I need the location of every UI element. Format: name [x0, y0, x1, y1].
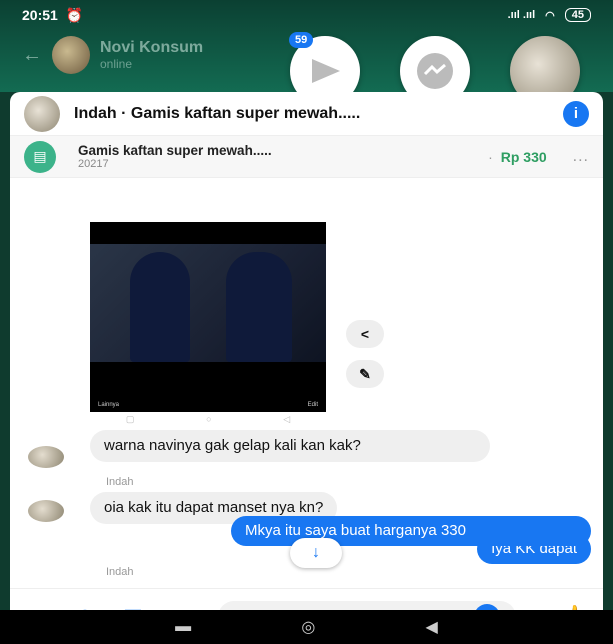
notification-badge: 59: [289, 32, 314, 48]
product-id: 20217: [78, 158, 109, 170]
back-icon[interactable]: ◀: [426, 617, 438, 637]
alarm-icon: ⏰: [65, 6, 84, 23]
battery-icon: 45: [564, 8, 591, 22]
sender-avatar: [28, 446, 64, 468]
messenger-panel: Indah · Gamis kaftan super mewah..... i …: [10, 92, 603, 644]
avatar: [24, 95, 60, 132]
sender-name: Indah: [106, 566, 134, 578]
product-banner[interactable]: ▤ Gamis kaftan super mewah..... 20217 · R…: [10, 136, 603, 178]
signal-icon: .ııl .ııl: [507, 9, 536, 21]
sender-avatar: [28, 500, 64, 522]
time: 20:51: [22, 7, 58, 23]
conversation-header: Indah · Gamis kaftan super mewah..... i: [10, 92, 603, 136]
product-name: Gamis kaftan super mewah.....: [78, 143, 272, 158]
play-icon: [312, 59, 340, 83]
image-nav-bar: ▢ ○ ◁: [90, 414, 326, 425]
sender-name: Indah: [106, 476, 134, 488]
conversation-title: Indah · Gamis kaftan super mewah.....: [74, 104, 361, 122]
circle-icon: ○: [206, 414, 212, 424]
share-button[interactable]: <: [346, 320, 384, 348]
edit-button[interactable]: ✎: [346, 360, 384, 388]
square-icon: ▢: [125, 414, 135, 424]
price-separator: ·: [488, 148, 493, 165]
messenger-icon: [417, 53, 453, 89]
wifi-icon: ◠: [545, 9, 555, 22]
contact-status: online: [100, 57, 133, 71]
contact-name: Novi Konsum: [100, 39, 204, 56]
store-icon: ▤: [24, 140, 56, 173]
chat-area: Lainnya Edit ▢ ○ ◁ < ✎ warna navinya gak…: [10, 178, 603, 568]
recents-icon[interactable]: ▬: [175, 618, 191, 636]
back-arrow-icon[interactable]: ←: [22, 44, 42, 67]
back-icon: ◁: [283, 414, 291, 424]
product-price: · Rp 330: [488, 149, 547, 165]
dress-photo: [90, 244, 326, 362]
status-bar: 20:51 ⏰ .ııl .ııl ◠ 45: [0, 0, 613, 30]
info-icon[interactable]: i: [563, 100, 589, 127]
more-icon[interactable]: ...: [573, 148, 589, 166]
message-outgoing[interactable]: Mkya itu saya buat harganya 330: [231, 516, 591, 546]
image-attachment[interactable]: Lainnya Edit: [90, 222, 326, 412]
avatar: [52, 36, 90, 74]
message-incoming[interactable]: warna navinya gak gelap kali kan kak?: [90, 430, 490, 462]
android-nav-bar: ▬ ◎ ◀: [0, 610, 613, 644]
image-label-edit: Edit: [307, 402, 318, 408]
scroll-down-button[interactable]: ↓: [290, 538, 342, 568]
price-value: Rp 330: [500, 148, 547, 165]
image-label-more: Lainnya: [98, 402, 120, 408]
home-icon[interactable]: ◎: [301, 617, 315, 637]
